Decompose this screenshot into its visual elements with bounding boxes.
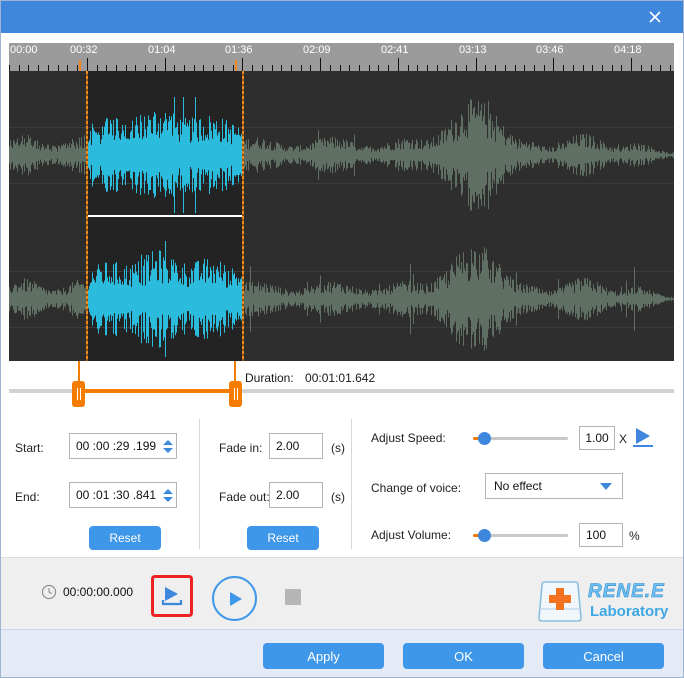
trim-bar: Duration: 00:01:01.642	[1, 361, 683, 409]
fade-out-input[interactable]: 2.00	[269, 482, 323, 508]
current-timecode: 00:00:00.000	[63, 585, 134, 599]
ruler-selection-start-mark	[79, 60, 81, 71]
duration-readout: Duration: 00:01:01.642	[245, 371, 375, 385]
plus-key-icon	[538, 581, 582, 622]
ruler-tick-label: 00:00	[10, 44, 38, 56]
fade-out-label: Fade out:	[219, 490, 270, 504]
ok-button[interactable]: OK	[403, 643, 524, 669]
cancel-button[interactable]: Cancel	[543, 643, 664, 669]
start-stepper[interactable]	[159, 434, 176, 458]
logo-secondary-text: Laboratory	[590, 603, 669, 620]
play-preview-icon	[633, 428, 653, 447]
channel-divider	[87, 215, 244, 217]
dialog-footer: Apply OK Cancel	[1, 629, 683, 677]
speed-preview-button[interactable]	[631, 425, 655, 454]
speed-slider[interactable]	[473, 431, 568, 445]
play-selection-icon	[161, 587, 183, 606]
duration-value: 00:01:01.642	[305, 371, 376, 385]
play-button[interactable]	[212, 576, 257, 621]
volume-slider-thumb[interactable]	[478, 529, 491, 542]
waveform-panel[interactable]: 00:00 00:32 01:04 01:36 02:09 02:41 03:13 03:46…	[9, 43, 674, 361]
change-of-voice-select[interactable]: No effect	[485, 473, 623, 499]
waveform-canvas[interactable]	[9, 71, 674, 361]
clock-icon	[41, 584, 57, 605]
ruler-tick-label: 01:36	[225, 44, 253, 56]
ruler-tick-label: 03:46	[536, 44, 564, 56]
end-stepper[interactable]	[159, 483, 176, 507]
selection-end-marker[interactable]	[242, 71, 244, 361]
ruler-tick-label: 00:32	[70, 44, 98, 56]
audio-trim-dialog: 00:00 00:32 01:04 01:36 02:09 02:41 03:13 03:46…	[0, 0, 684, 678]
speed-value-input[interactable]: 1.00	[579, 426, 615, 450]
trim-handle-end[interactable]	[229, 381, 242, 407]
volume-value-input[interactable]: 100	[579, 523, 623, 547]
change-of-voice-label: Change of voice:	[371, 481, 462, 495]
fade-in-label: Fade in:	[219, 441, 263, 455]
end-label: End:	[15, 490, 40, 504]
title-bar	[1, 1, 683, 33]
play-selection-button[interactable]	[151, 575, 193, 617]
ruler-selection-end-mark	[235, 60, 237, 71]
duration-label: Duration:	[245, 371, 294, 385]
speed-unit: X	[619, 432, 628, 446]
volume-unit: %	[629, 529, 640, 543]
reset-fade-button[interactable]: Reset	[247, 526, 319, 550]
stepper-up-icon[interactable]	[162, 439, 173, 445]
ruler-tick-label: 03:13	[459, 44, 487, 56]
selection-start-marker[interactable]	[86, 71, 88, 361]
apply-button[interactable]: Apply	[263, 643, 384, 669]
stepper-up-icon[interactable]	[162, 488, 173, 494]
divider-1	[199, 419, 200, 549]
close-icon	[649, 11, 661, 23]
change-of-voice-value: No effect	[494, 479, 542, 493]
timeline-ruler[interactable]: 00:00 00:32 01:04 01:36 02:09 02:41 03:13 03:46…	[9, 43, 674, 71]
ruler-tick-label: 02:09	[303, 44, 331, 56]
speed-slider-thumb[interactable]	[478, 432, 491, 445]
chevron-down-icon[interactable]	[600, 483, 612, 490]
stepper-down-icon[interactable]	[162, 447, 173, 453]
fade-in-unit: (s)	[331, 441, 345, 455]
trim-selected-range[interactable]	[79, 389, 236, 393]
ruler-tick-label: 01:04	[148, 44, 176, 56]
play-icon	[229, 591, 242, 606]
ruler-tick-label: 04:18	[614, 44, 642, 56]
reset-trim-button[interactable]: Reset	[89, 526, 161, 550]
brand-logo: RENE.E Laboratory	[536, 579, 676, 627]
ruler-tick-label: 02:41	[381, 44, 409, 56]
close-button[interactable]	[635, 1, 675, 33]
volume-slider[interactable]	[473, 528, 568, 542]
stepper-down-icon[interactable]	[162, 496, 173, 502]
fade-in-input[interactable]: 2.00	[269, 433, 323, 459]
trim-handle-start[interactable]	[72, 381, 85, 407]
adjust-volume-label: Adjust Volume:	[371, 528, 452, 542]
divider-2	[351, 419, 352, 549]
stop-button[interactable]	[285, 589, 301, 605]
adjust-speed-label: Adjust Speed:	[371, 431, 446, 445]
controls-panel: Start: 00 :00 :29 .199 End: 00 :01 :30 .…	[1, 409, 683, 557]
fade-out-unit: (s)	[331, 490, 345, 504]
logo-primary-text: RENE.E	[588, 581, 665, 603]
start-label: Start:	[15, 441, 44, 455]
